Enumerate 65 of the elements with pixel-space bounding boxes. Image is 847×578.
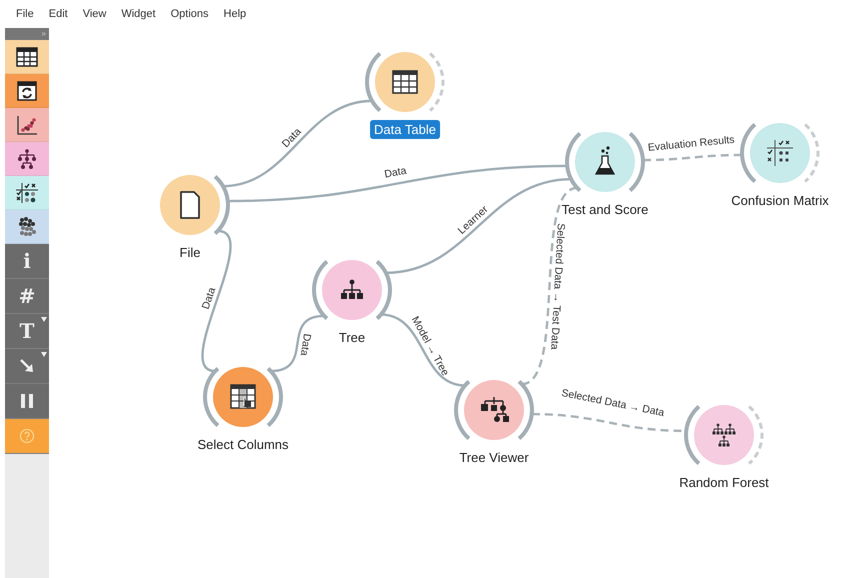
tree-diagram-icon <box>481 396 509 422</box>
menu-item[interactable]: Options <box>164 8 218 20</box>
widget-node[interactable] <box>464 380 524 440</box>
node-title[interactable]: File <box>176 243 204 262</box>
category-button[interactable] <box>5 210 49 244</box>
tool-button[interactable]: # <box>5 279 49 314</box>
tree-icon <box>16 148 38 170</box>
input-anchor[interactable] <box>312 260 328 320</box>
node-title[interactable]: Confusion Matrix <box>727 191 833 210</box>
node-title[interactable]: Tree <box>334 328 370 347</box>
table-icon <box>16 46 38 66</box>
help-icon <box>19 428 35 444</box>
widget-node[interactable] <box>575 132 635 192</box>
menu-item[interactable]: File <box>10 8 43 20</box>
menu-item[interactable]: Widget <box>115 8 165 20</box>
tool-button[interactable]: T <box>5 314 49 349</box>
tree-icon <box>341 280 363 299</box>
sync-icon <box>17 80 37 100</box>
confusion-matrix-icon <box>766 140 794 166</box>
category-button[interactable] <box>5 176 49 210</box>
confusion-matrix-icon <box>15 182 39 204</box>
menu-item[interactable]: View <box>76 8 116 20</box>
select-columns-icon <box>230 384 256 409</box>
input-anchor[interactable] <box>565 132 582 192</box>
category-button[interactable] <box>5 108 49 142</box>
link-line[interactable] <box>642 154 742 162</box>
node-title[interactable]: Tree Viewer <box>455 448 533 467</box>
link-label: Data <box>298 332 313 357</box>
document-icon <box>180 191 200 219</box>
arrow-icon <box>19 358 35 374</box>
node-title[interactable]: Random Forest <box>675 473 773 492</box>
table-icon <box>392 70 418 94</box>
link-label: Data <box>200 286 218 311</box>
link-label: Data <box>383 164 408 181</box>
scatter-plot-icon <box>16 114 38 134</box>
pause-icon <box>20 393 34 409</box>
pause-tool-button[interactable] <box>5 384 49 419</box>
input-anchor[interactable] <box>740 123 756 183</box>
input-anchor[interactable] <box>454 380 470 440</box>
flask-icon <box>594 146 616 175</box>
clusters-icon <box>16 216 38 238</box>
widget-node[interactable] <box>694 405 754 465</box>
menu-item[interactable]: Edit <box>42 8 77 20</box>
input-anchor[interactable] <box>684 405 700 465</box>
link-label: Selected Data → Data <box>560 387 666 420</box>
help-tool-button[interactable] <box>5 419 49 454</box>
arrow-tool-button[interactable] <box>5 349 49 384</box>
node-title[interactable]: Select Columns <box>193 435 293 454</box>
link-label: Evaluation Results <box>647 134 736 154</box>
link-label: Selected Data → Test Data <box>548 222 567 350</box>
widget-node[interactable] <box>322 260 382 320</box>
menu-item[interactable]: Help <box>218 8 256 20</box>
link-line[interactable] <box>228 164 568 202</box>
tool-button[interactable]: i <box>5 244 49 279</box>
node-title[interactable]: Test and Score <box>558 200 652 219</box>
dropdown-caret-icon <box>41 352 47 357</box>
category-button[interactable] <box>5 40 49 74</box>
input-anchor[interactable] <box>203 367 220 427</box>
category-button[interactable] <box>5 74 49 108</box>
input-anchor[interactable] <box>365 52 382 112</box>
dropdown-caret-icon <box>41 317 47 322</box>
widget-node[interactable] <box>750 123 810 183</box>
category-button[interactable] <box>5 142 49 176</box>
node-title[interactable]: Data Table <box>370 120 440 139</box>
forest-icon <box>712 424 736 446</box>
